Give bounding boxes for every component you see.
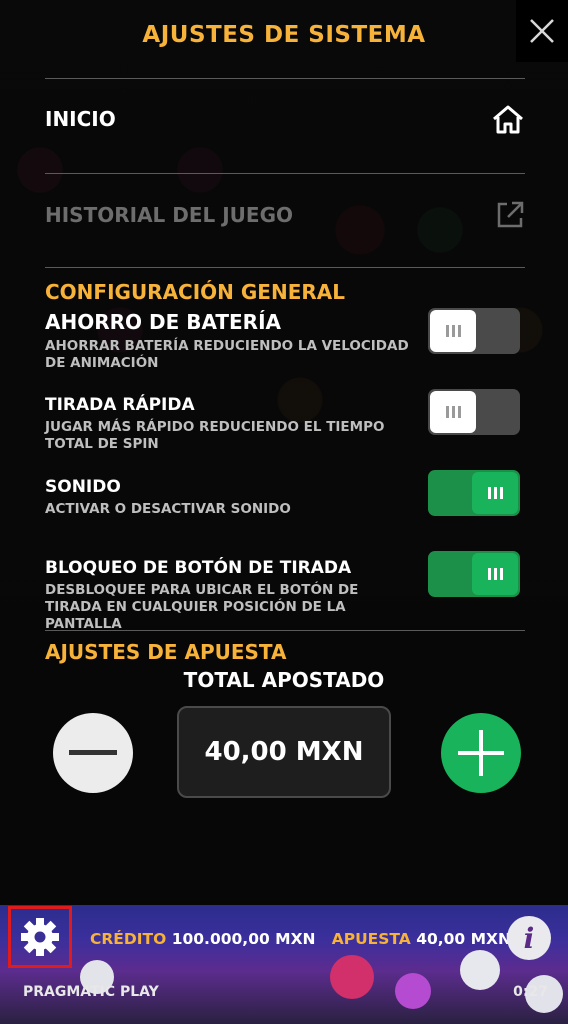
bet-label: APUESTA [331, 930, 411, 948]
quick-spin-toggle[interactable] [428, 389, 520, 435]
general-settings-title: CONFIGURACIÓN GENERAL [45, 280, 345, 304]
brand-label: PRAGMATIC PLAY [23, 984, 159, 1000]
credit-value: 100.000,00 MXN [171, 930, 316, 948]
minus-icon [69, 750, 117, 755]
setting-description: JUGAR MÁS RÁPIDO REDUCIENDO EL TIEMPO TO… [45, 419, 385, 452]
balance-readout: CRÉDITO 100.000,00 MXN APUESTA 40,00 MXN [90, 930, 511, 948]
external-link-icon [497, 201, 524, 228]
decrease-bet-button[interactable] [53, 713, 133, 793]
candy-decoration [460, 950, 500, 990]
divider [45, 630, 525, 631]
bet-settings-title: AJUSTES DE APUESTA [45, 640, 287, 664]
divider [45, 78, 525, 79]
toggle-knob [472, 553, 518, 595]
total-bet-label: TOTAL APOSTADO [183, 668, 385, 692]
close-button[interactable] [516, 0, 568, 62]
setting-description: DESBLOQUEE PARA UBICAR EL BOTÓN DE TIRAD… [45, 582, 359, 632]
home-link-label: INICIO [45, 107, 116, 131]
setting-description: AHORRAR BATERÍA REDUCIENDO LA VELOCIDAD … [45, 338, 409, 371]
toggle-knob [430, 310, 476, 352]
battery-saver-toggle[interactable] [428, 308, 520, 354]
settings-button[interactable] [8, 906, 72, 968]
sound-toggle[interactable] [428, 470, 520, 516]
spin-button-lock-toggle[interactable] [428, 551, 520, 597]
increase-bet-button[interactable] [441, 713, 521, 793]
plus-icon [458, 730, 504, 776]
bet-value: 40,00 MXN [416, 930, 511, 948]
total-bet-value: 40,00 MXN [177, 706, 391, 798]
candy-decoration [395, 973, 431, 1009]
info-button[interactable]: i [507, 916, 551, 960]
divider [45, 173, 525, 174]
game-history-label: HISTORIAL DEL JUEGO [45, 203, 293, 227]
setting-description: ACTIVAR O DESACTIVAR SONIDO [45, 501, 291, 517]
bottom-bar [0, 905, 568, 1024]
divider [45, 267, 525, 268]
home-link[interactable]: INICIO [45, 104, 525, 134]
close-icon [530, 19, 554, 43]
page-title: AJUSTES DE SISTEMA [142, 22, 426, 48]
candy-decoration [330, 955, 374, 999]
clock: 0:27 [513, 984, 548, 1000]
game-history-link[interactable]: HISTORIAL DEL JUEGO [45, 200, 525, 230]
toggle-knob [472, 472, 518, 514]
credit-label: CRÉDITO [90, 930, 167, 948]
info-icon: i [523, 921, 535, 955]
toggle-knob [430, 391, 476, 433]
home-icon [493, 105, 523, 134]
gear-icon [21, 918, 59, 956]
